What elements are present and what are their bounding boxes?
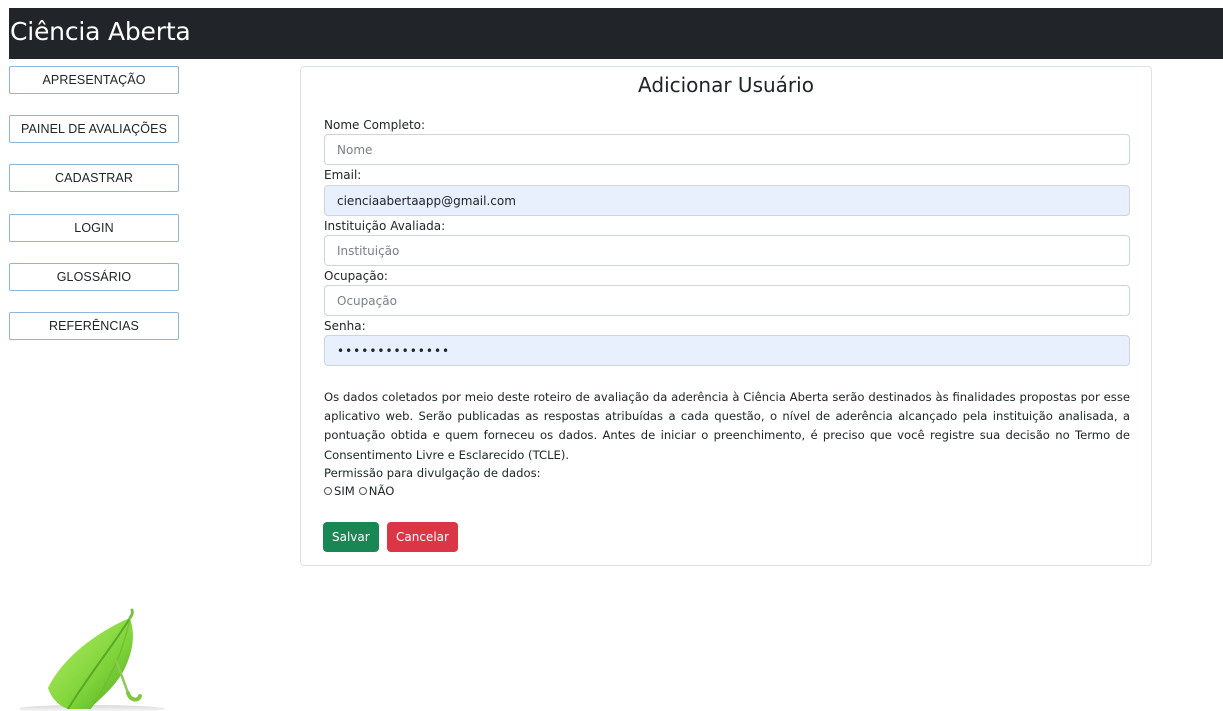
radio-yes-label[interactable]: SIM xyxy=(334,484,355,498)
institution-input[interactable] xyxy=(324,235,1130,266)
password-label: Senha: xyxy=(324,319,366,333)
top-navbar: Ciência Aberta xyxy=(9,8,1223,59)
form-title: Adicionar Usuário xyxy=(638,73,814,97)
nav-button-cadastrar[interactable]: CADASTRAR xyxy=(9,164,179,192)
occupation-input[interactable] xyxy=(324,285,1130,316)
radio-yes[interactable] xyxy=(324,487,332,495)
radio-no[interactable] xyxy=(358,487,367,495)
occupation-label: Ocupação: xyxy=(324,269,388,283)
nav-button-login[interactable]: LOGIN xyxy=(9,214,179,242)
institution-label: Instituição Avaliada: xyxy=(324,219,446,233)
email-input[interactable] xyxy=(324,185,1130,216)
nav-button-apresentacao[interactable]: APRESENTAÇÃO xyxy=(9,66,179,94)
nav-button-painel-de-avaliacoes[interactable]: PAINEL DE AVALIAÇÕES xyxy=(9,115,179,143)
brand-title[interactable]: Ciência Aberta xyxy=(10,17,191,46)
radio-no-label[interactable]: NÃO xyxy=(369,484,395,498)
nav-button-glossario[interactable]: GLOSSÁRIO xyxy=(9,263,179,291)
name-input[interactable] xyxy=(324,134,1130,165)
name-label: Nome Completo: xyxy=(324,118,426,132)
password-input[interactable] xyxy=(324,335,1130,366)
umbrella-icon xyxy=(20,608,165,711)
nav-button-referencias[interactable]: REFERÊNCIAS xyxy=(9,312,179,340)
save-button[interactable]: Salvar xyxy=(323,522,379,552)
add-user-card: Adicionar Usuário Nome Completo: Email: … xyxy=(300,66,1152,566)
cancel-button[interactable]: Cancelar xyxy=(387,522,458,552)
permission-label: Permissão para divulgação de dados: xyxy=(324,466,541,480)
email-label: Email: xyxy=(324,168,362,182)
permission-options: SIM NÃO xyxy=(324,484,398,498)
consent-text: Os dados coletados por meio deste roteir… xyxy=(324,390,1130,462)
